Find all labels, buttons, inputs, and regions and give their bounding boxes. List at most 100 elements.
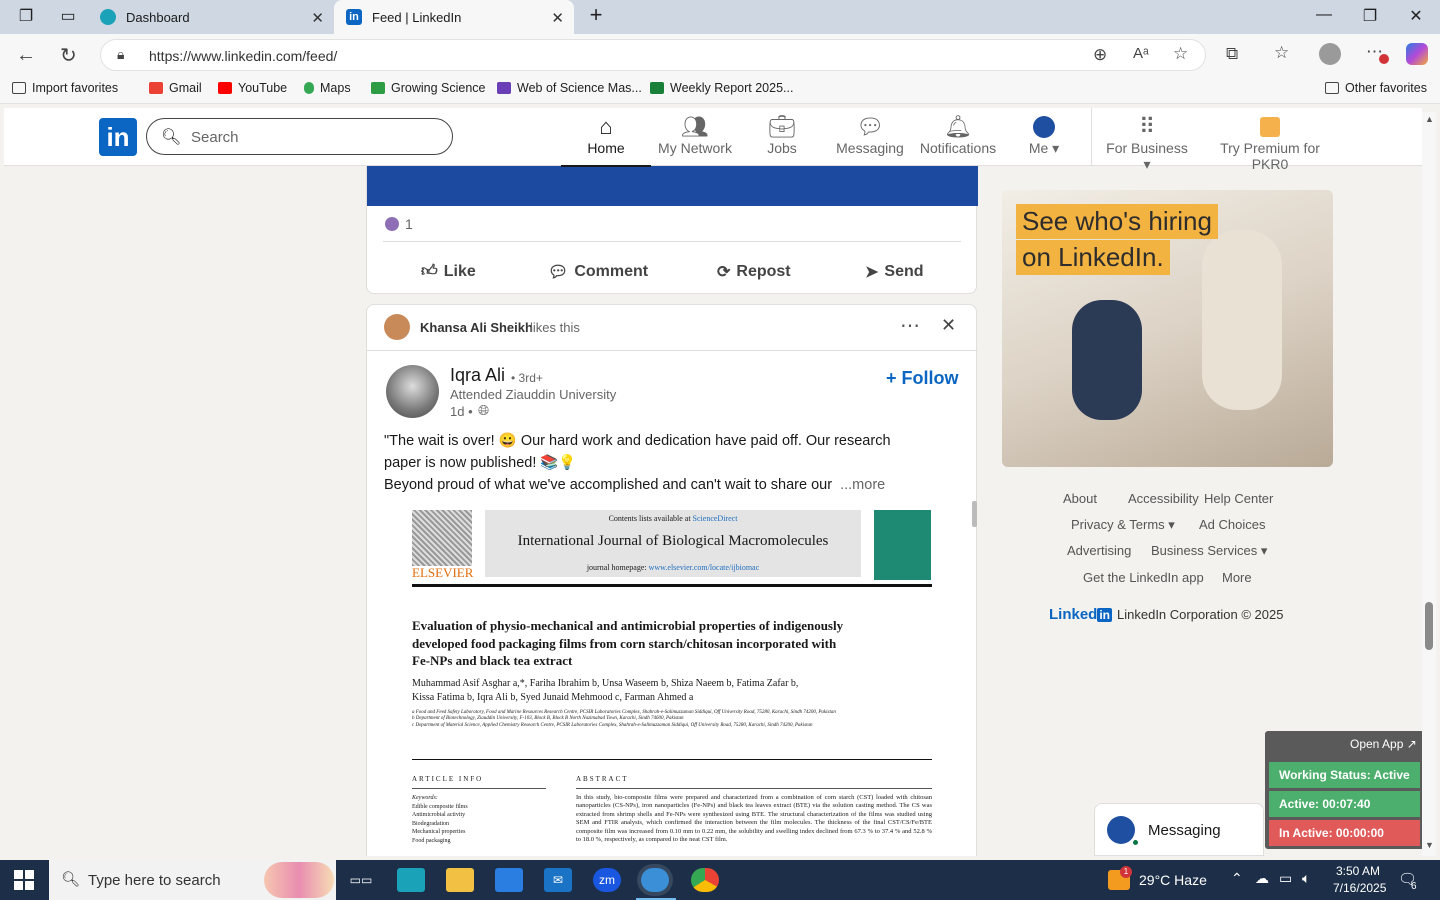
onedrive-icon[interactable]: ☁ bbox=[1255, 870, 1269, 887]
favorite-gmail[interactable]: Gmail bbox=[149, 81, 202, 95]
app-icon[interactable] bbox=[397, 868, 425, 892]
maximize-icon[interactable]: ❐ bbox=[1358, 6, 1382, 26]
footer-link-ad-choices[interactable]: Ad Choices bbox=[1199, 517, 1265, 532]
messaging-overlay-bar[interactable]: Messaging bbox=[1094, 803, 1264, 856]
close-window-icon[interactable]: ✕ bbox=[1404, 6, 1428, 26]
chrome-icon[interactable] bbox=[691, 868, 719, 892]
refresh-icon[interactable]: ↻ bbox=[60, 43, 77, 68]
address-bar[interactable]: 🔒︎ https://www.linkedin.com/feed/ ⊕ Aᵃ ☆ bbox=[100, 39, 1206, 71]
elsevier-tree-logo bbox=[412, 510, 472, 566]
liker-avatar[interactable] bbox=[384, 314, 410, 340]
favorite-web-of-science[interactable]: Web of Science Mas... bbox=[497, 81, 642, 95]
repost-icon: ⟳ bbox=[717, 264, 731, 281]
taskbar-search[interactable]: 🔍︎ Type here to search bbox=[49, 860, 336, 900]
nav-divider bbox=[1091, 108, 1092, 166]
nav-for-business[interactable]: ⠿ For Business ▾ bbox=[1102, 114, 1192, 173]
network-icon: 👥︎ bbox=[681, 114, 709, 139]
volume-icon[interactable]: 🔈︎ bbox=[1302, 870, 1310, 887]
favorite-star-icon[interactable]: ☆ bbox=[1173, 44, 1188, 64]
send-button[interactable]: ➤ Send bbox=[865, 262, 924, 282]
liker-name[interactable]: Khansa Ali Sheikh bbox=[420, 320, 533, 335]
author-avatar[interactable] bbox=[386, 365, 439, 418]
footer-link-more[interactable]: More bbox=[1222, 570, 1252, 585]
linkedin-logo[interactable]: in bbox=[99, 118, 137, 156]
nav-jobs[interactable]: 💼︎ Jobs bbox=[737, 114, 827, 156]
file-explorer-icon[interactable] bbox=[446, 868, 474, 892]
ad-banner[interactable]: See who's hiring on LinkedIn. bbox=[1002, 190, 1333, 467]
weather-text[interactable]: 29°C Haze bbox=[1139, 872, 1207, 888]
post-image-paper[interactable]: ELSEVIER Contents lists available at Sci… bbox=[377, 505, 969, 856]
footer-link-privacy[interactable]: Privacy & Terms ▾ bbox=[1071, 517, 1175, 533]
new-tab-icon[interactable]: + bbox=[584, 2, 608, 28]
like-button[interactable]: 👍︎ Like bbox=[421, 262, 476, 281]
task-view-icon[interactable]: ▭▭ bbox=[347, 868, 375, 892]
abstract-label: ABSTRACT bbox=[576, 775, 629, 783]
page-scrollbar[interactable]: ▲ ▼ bbox=[1422, 112, 1436, 856]
profile-avatar-icon[interactable] bbox=[1319, 43, 1341, 65]
close-tab-icon[interactable]: ✕ bbox=[551, 9, 564, 27]
tab-actions-icon[interactable]: ▭ bbox=[56, 6, 80, 26]
network-icon[interactable]: ▭ bbox=[1279, 870, 1292, 887]
footer-link-label: Privacy & Terms bbox=[1071, 517, 1165, 532]
search-input[interactable]: 🔍︎ Search bbox=[146, 118, 453, 155]
zoom-icon[interactable]: ⊕ bbox=[1093, 45, 1107, 65]
zoom-app-icon[interactable]: zm bbox=[593, 868, 621, 892]
footer-link-accessibility[interactable]: Accessibility bbox=[1128, 491, 1199, 506]
favorite-weekly-report[interactable]: Weekly Report 2025... bbox=[650, 81, 793, 95]
author-headline: Attended Ziauddin University bbox=[450, 387, 617, 402]
nav-me[interactable]: Me ▾ bbox=[999, 114, 1089, 157]
nav-messaging[interactable]: 💬︎ Messaging bbox=[825, 114, 915, 156]
dismiss-post-icon[interactable]: ✕ bbox=[941, 315, 956, 336]
favorite-youtube[interactable]: YouTube bbox=[218, 81, 287, 95]
nav-my-network[interactable]: 👥︎ My Network bbox=[649, 114, 741, 156]
author-name[interactable]: Iqra Ali bbox=[450, 365, 505, 386]
favorite-maps[interactable]: Maps bbox=[304, 81, 351, 95]
favorites-icon[interactable]: ☆ bbox=[1274, 43, 1289, 63]
lock-icon[interactable]: 🔒︎ bbox=[117, 46, 124, 63]
extensions-icon[interactable]: ⧉ bbox=[1226, 44, 1238, 64]
url-text[interactable]: https://www.linkedin.com/feed/ bbox=[149, 48, 337, 64]
footer-link-advertising[interactable]: Advertising bbox=[1067, 543, 1131, 558]
post-options-icon[interactable]: ⋯ bbox=[900, 313, 920, 338]
show-hidden-icons[interactable]: ⌃ bbox=[1231, 870, 1243, 887]
nav-home[interactable]: ⌂ Home bbox=[561, 114, 651, 167]
footer-link-business-services[interactable]: Business Services ▾ bbox=[1151, 543, 1267, 559]
copilot-icon[interactable] bbox=[1406, 43, 1428, 65]
edge-browser-icon[interactable] bbox=[641, 868, 669, 892]
scroll-down-icon[interactable]: ▼ bbox=[1425, 840, 1434, 850]
other-favorites[interactable]: Other favorites bbox=[1325, 81, 1427, 95]
workspaces-icon[interactable]: ❐ bbox=[14, 6, 38, 26]
clock[interactable]: 3:50 AM 7/16/2025 bbox=[1333, 864, 1386, 895]
nav-try-premium[interactable]: Try Premium for PKR0 bbox=[1200, 114, 1340, 172]
like-icon: 👍︎ bbox=[421, 263, 438, 280]
windows-start-icon[interactable] bbox=[14, 870, 34, 890]
favorite-label: Web of Science Mas... bbox=[517, 81, 642, 95]
scrollbar-thumb[interactable] bbox=[1425, 602, 1433, 650]
tab-dashboard[interactable]: Dashboard ✕ bbox=[88, 0, 334, 34]
store-icon[interactable] bbox=[495, 868, 523, 892]
see-more-link[interactable]: ...more bbox=[840, 477, 885, 493]
close-tab-icon[interactable]: ✕ bbox=[311, 9, 324, 27]
scroll-up-icon[interactable]: ▲ bbox=[1425, 114, 1434, 124]
keyword: Antimicrobial activity bbox=[412, 812, 466, 818]
nav-notifications[interactable]: 🔔︎ Notifications bbox=[913, 114, 1003, 156]
mail-icon[interactable]: ✉ bbox=[544, 868, 572, 892]
comment-button[interactable]: 💬︎ Comment bbox=[548, 262, 648, 282]
minimize-icon[interactable]: — bbox=[1312, 6, 1336, 24]
active-timer: Active: 00:07:40 bbox=[1269, 791, 1420, 817]
tab-linkedin-feed[interactable]: in Feed | LinkedIn ✕ bbox=[334, 0, 574, 34]
read-aloud-icon[interactable]: Aᵃ bbox=[1133, 45, 1149, 62]
footer-link-about[interactable]: About bbox=[1063, 491, 1097, 506]
post-scrollbar[interactable] bbox=[972, 501, 977, 527]
footer-link-get-app[interactable]: Get the LinkedIn app bbox=[1083, 570, 1204, 585]
back-icon[interactable]: ← bbox=[16, 44, 36, 67]
footer-link-help-center[interactable]: Help Center bbox=[1204, 491, 1273, 506]
reaction-count[interactable]: 1 bbox=[385, 216, 413, 232]
follow-button[interactable]: + Follow bbox=[886, 368, 959, 389]
person-left bbox=[1072, 300, 1142, 420]
favorite-import[interactable]: Import favorites bbox=[12, 81, 118, 95]
favorite-growing-science[interactable]: Growing Science bbox=[371, 81, 486, 95]
open-app-button[interactable]: Open App ↗ bbox=[1350, 737, 1417, 751]
nav-label: For Business bbox=[1106, 140, 1188, 156]
repost-button[interactable]: ⟳ Repost bbox=[717, 262, 791, 282]
